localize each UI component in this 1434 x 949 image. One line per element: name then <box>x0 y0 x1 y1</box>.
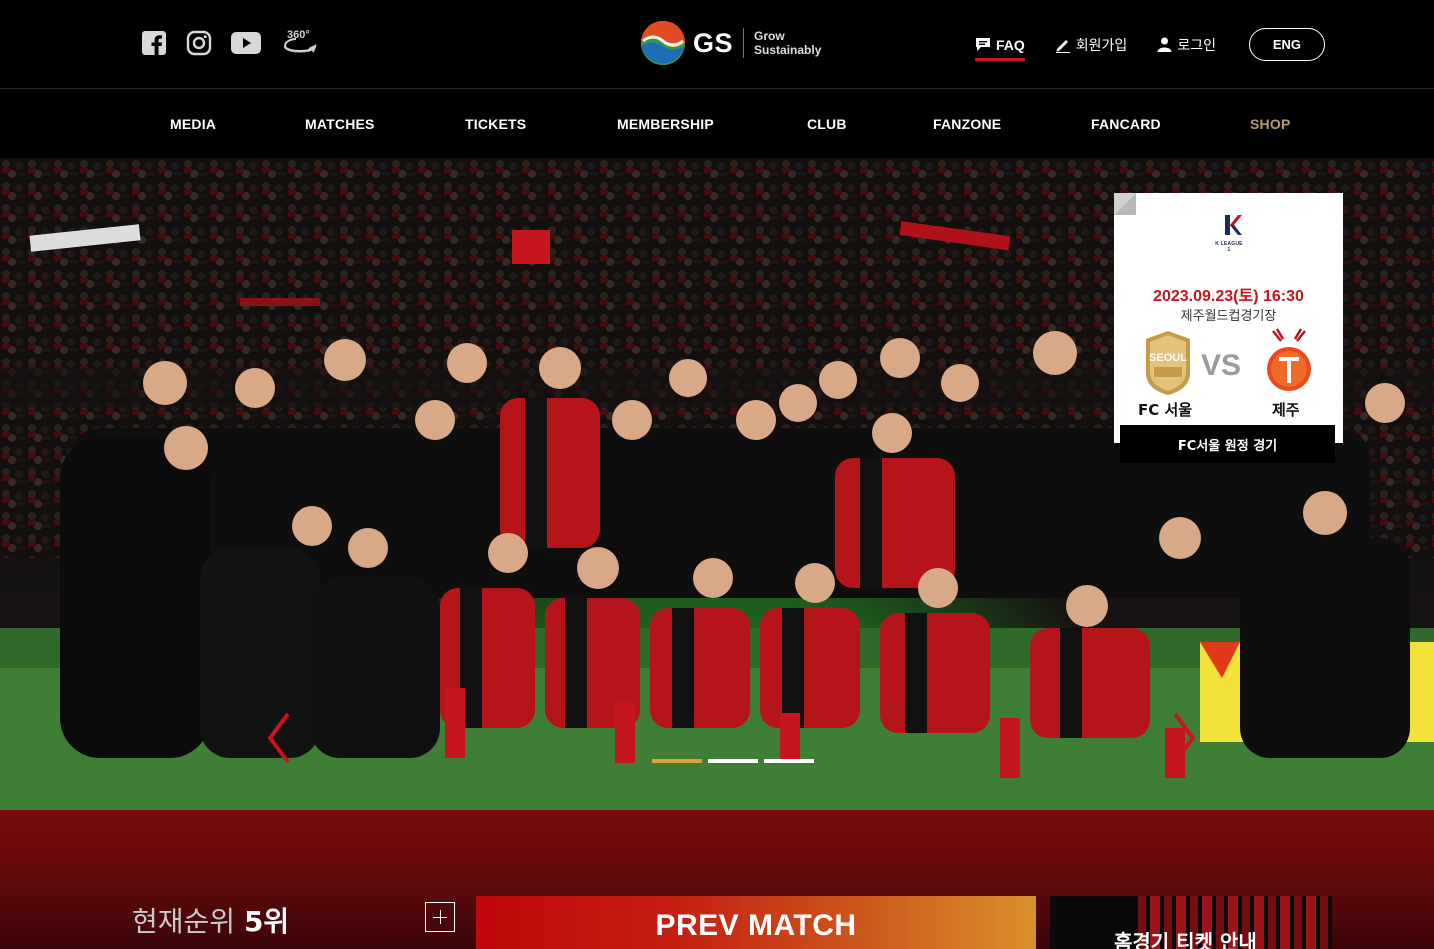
social-links: 360° <box>141 29 337 57</box>
login-link[interactable]: 로그인 <box>1157 30 1216 60</box>
signup-link[interactable]: 회원가입 <box>1055 30 1127 60</box>
top-bar: 360° GS Grow Sustainably FAQ 회원가입 로그인 EN… <box>0 0 1434 89</box>
gs-logo-icon <box>641 21 685 65</box>
nav-tickets[interactable]: TICKETS <box>465 116 526 132</box>
utility-menu: FAQ 회원가입 로그인 ENG <box>975 28 1325 61</box>
sponsor-name: GS <box>693 27 734 58</box>
nav-fanzone[interactable]: FANZONE <box>933 116 1001 132</box>
nav-matches[interactable]: MATCHES <box>305 116 375 132</box>
card-fold-shadow <box>1114 193 1136 215</box>
rank-value: 5위 <box>243 905 290 938</box>
sponsor-tagline: Grow Sustainably <box>754 29 822 57</box>
faq-link[interactable]: FAQ <box>975 30 1025 61</box>
sponsor-logo[interactable]: GS Grow Sustainably <box>639 19 821 67</box>
nav-shop[interactable]: SHOP <box>1250 116 1290 132</box>
svg-text:SEOUL: SEOUL <box>1149 352 1187 364</box>
slide-dot-2[interactable] <box>708 759 758 763</box>
nav-fancard[interactable]: FANCARD <box>1091 116 1161 132</box>
fc-seoul-emblem-icon: SEOUL <box>1146 331 1190 395</box>
next-match-card: K LEAGUE 1 2023.09.23(토) 16:30 제주월드컵경기장 … <box>1114 193 1343 463</box>
logo-divider <box>743 28 745 58</box>
match-datetime: 2023.09.23(토) 16:30 <box>1153 288 1304 305</box>
vr-360-icon[interactable]: 360° <box>282 29 318 57</box>
lower-section: 현재순위 5위 PREV MATCH 홈경기 티켓 안내 <box>0 810 1434 949</box>
youtube-icon[interactable] <box>231 30 261 56</box>
nav-media[interactable]: MEDIA <box>170 116 216 132</box>
prev-slide-arrow[interactable] <box>266 710 292 766</box>
current-rank: 현재순위 5위 <box>132 900 289 940</box>
slide-indicators <box>652 759 814 763</box>
k-league-logo: K LEAGUE 1 <box>1214 213 1244 253</box>
jeju-emblem-icon <box>1267 328 1311 391</box>
pencil-icon <box>1055 39 1070 53</box>
nav-club[interactable]: CLUB <box>807 116 847 132</box>
k-league-icon <box>1225 215 1242 235</box>
nav-membership[interactable]: MEMBERSHIP <box>617 116 714 132</box>
user-icon <box>1157 37 1172 52</box>
home-ticket-info-banner[interactable]: 홈경기 티켓 안내 <box>1050 896 1332 949</box>
language-button[interactable]: ENG <box>1248 28 1325 61</box>
next-slide-arrow[interactable] <box>1171 710 1197 766</box>
away-match-button[interactable]: FC서울 원정 경기 <box>1120 425 1335 463</box>
away-team-name: 제주 <box>1272 401 1300 419</box>
home-team-name: FC 서울 <box>1138 401 1193 419</box>
match-venue: 제주월드컵경기장 <box>1180 309 1277 324</box>
hero-carousel: 레모나 <box>0 158 1434 810</box>
instagram-icon[interactable] <box>186 30 212 56</box>
facebook-icon[interactable] <box>141 30 167 56</box>
main-nav: MEDIA MATCHES TICKETS MEMBERSHIP CLUB FA… <box>0 90 1434 158</box>
chat-icon <box>976 38 990 51</box>
prev-match-button[interactable]: PREV MATCH <box>476 896 1036 949</box>
rank-label: 현재순위 <box>132 905 244 938</box>
slide-dot-3[interactable] <box>764 759 814 763</box>
rank-more-button[interactable] <box>425 902 455 932</box>
versus-label: VS <box>1201 349 1242 382</box>
slide-dot-1[interactable] <box>652 759 702 763</box>
